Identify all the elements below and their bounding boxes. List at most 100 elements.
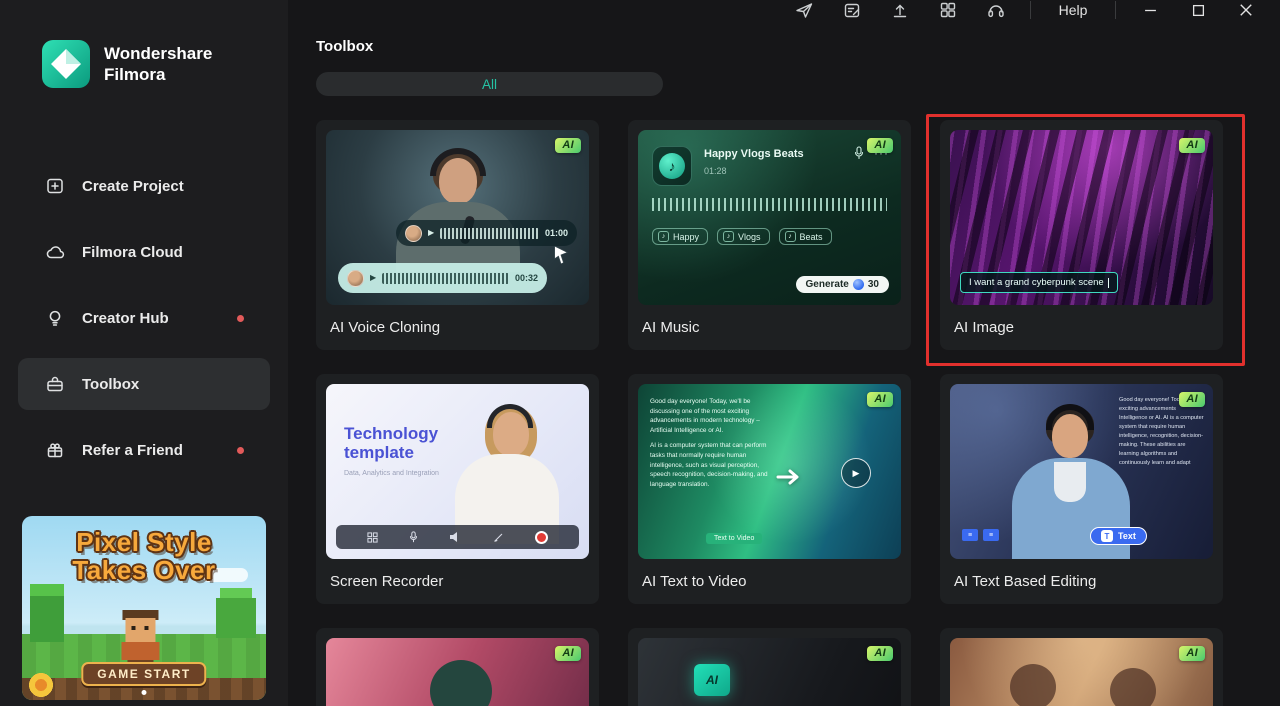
play-button-icon: ▶ [841,458,871,488]
ai-voice-cloning-thumbnail: ▶ 01:00 ▶ 00:32 AI [326,130,589,305]
sidebar-item-label: Filmora Cloud [82,243,183,261]
mic-icon [854,146,864,160]
card-ai-text-based-editing[interactable]: Good day everyone! Today most exciting a… [940,374,1223,604]
toolbox-page: Toolbox All ▶ 01:00 ▶ 00:32 AI AI Voice … [288,20,1280,706]
ai-music-thumbnail: ♪ Happy Vlogs Beats 01:28 ··· ♪ Happy ♪ … [638,130,901,305]
brand-line1: Wondershare [104,43,213,63]
clip-time: 01:00 [544,228,568,238]
game-start-button[interactable]: GAME START [81,662,207,686]
topbar-divider [1115,1,1116,19]
ai-badge: AI [867,138,893,153]
partial-thumbnail: AI AI [638,638,901,706]
card-ai-music[interactable]: ♪ Happy Vlogs Beats 01:28 ··· ♪ Happy ♪ … [628,120,911,350]
slide-title: Technology template [344,424,439,463]
close-button[interactable] [1222,3,1270,17]
card-ai-text-to-video[interactable]: Good day everyone! Today, we'll be discu… [628,374,911,604]
feedback-icon[interactable] [828,0,876,20]
tag-label: Happy [673,231,700,242]
text-to-video-button: Text to Video [706,533,763,544]
notification-dot [237,314,244,322]
cursor-arrow-icon [554,246,569,264]
promo-banner[interactable]: Pixel Style Takes Over GAME START [22,516,266,700]
credit-gem-icon [852,279,864,290]
sidebar-item-creator-hub[interactable]: Creator Hub [18,292,270,344]
waveform-ticks [652,198,887,211]
card-partial-1[interactable]: AI [316,628,599,706]
sidebar-item-refer-a-friend[interactable]: Refer a Friend [18,424,270,476]
card-partial-2[interactable]: AI AI [628,628,911,706]
clip-time: 00:32 [514,273,538,283]
music-note-icon: ♪ [659,153,685,179]
card-ai-voice-cloning[interactable]: ▶ 01:00 ▶ 00:32 AI AI Voice Cloning [316,120,599,350]
tag-label: Beats [799,231,823,242]
slide-subtitle: Data, Analytics and Integration [344,470,439,477]
arrow-right-icon [776,469,799,485]
sidebar-item-filmora-cloud[interactable]: Filmora Cloud [18,226,270,278]
ai-cube-icon: AI [694,664,730,696]
speaker-icon [450,532,458,542]
track-title: Happy Vlogs Beats [704,148,804,160]
generate-button: Generate 30 [795,276,889,293]
page-title: Toolbox [316,38,374,55]
play-icon: ▶ [370,273,377,282]
avatar [347,269,364,287]
brand-name: Wondershare Filmora [104,43,212,86]
tag-chip: ♪ Beats [778,228,832,245]
brand-line2: Filmora [104,65,166,84]
ai-badge: AI [1179,646,1205,661]
card-ai-image[interactable]: I want a grand cyberpunk scene AI AI Ima… [926,114,1245,366]
sidebar-item-toolbox[interactable]: Toolbox [18,358,270,410]
album-art: ♪ [652,146,692,186]
pixel-block [30,584,64,642]
tag-chip: ♪ Happy [652,228,709,245]
tag-label: Vlogs [738,231,761,242]
card-partial-3[interactable]: AI [940,628,1223,706]
sidebar-item-create-project[interactable]: Create Project [18,160,270,212]
card-title: AI Text to Video [642,573,747,590]
text-caret [1107,277,1109,288]
tools-grid: ▶ 01:00 ▶ 00:32 AI AI Voice Cloning ♪ Ha… [316,114,1280,706]
ai-text-to-video-thumbnail: Good day everyone! Today, we'll be discu… [638,384,901,559]
sidebar-item-label: Creator Hub [82,309,169,327]
tag-icon: ≡ [962,529,978,541]
minimize-button[interactable] [1126,4,1174,17]
notification-dot [237,446,244,454]
card-title: AI Voice Cloning [330,319,441,336]
pixel-character [118,610,162,670]
record-button-icon [534,530,548,544]
ai-badge: AI [1179,392,1205,407]
ai-badge: AI [555,138,581,153]
generate-label: Generate [805,279,849,290]
figure [1110,668,1156,706]
screen-recorder-thumbnail: Technology template Data, Analytics and … [326,384,589,559]
filter-all-pill[interactable]: All [316,72,663,96]
upload-icon[interactable] [876,0,924,20]
main-area: Help Toolbox All ▶ 01:00 ▶ 00:32 AI AI V… [288,0,1280,706]
card-title: AI Image [954,319,1015,336]
play-icon: ▶ [428,228,435,237]
figure [430,660,492,706]
music-tags: ♪ Happy ♪ Vlogs ♪ Beats [652,228,832,245]
avatar [405,224,422,242]
card-title: AI Text Based Editing [954,573,1097,590]
voice-clip-bar: ▶ 00:32 [338,263,547,293]
send-icon[interactable] [780,0,828,20]
waveform [382,272,509,284]
topbar: Help [288,0,1280,20]
partial-thumbnail: AI [950,638,1213,706]
ai-badge: AI [555,646,581,661]
topbar-divider [1030,1,1031,19]
help-button[interactable]: Help [1041,2,1105,18]
pixel-flower [28,672,54,698]
apps-grid-icon[interactable] [924,0,972,20]
text-tool-button: T Text [1090,527,1147,545]
script-text: Good day everyone! Today, we'll be discu… [650,398,768,488]
ai-badge: AI [1179,138,1205,153]
credit-count: 30 [867,279,879,290]
support-headset-icon[interactable] [972,0,1020,20]
maximize-button[interactable] [1174,4,1222,17]
card-screen-recorder[interactable]: Technology template Data, Analytics and … [316,374,599,604]
prompt-text: I want a grand cyberpunk scene [969,277,1104,288]
cloud-icon [45,242,65,262]
pen-icon [493,533,502,542]
